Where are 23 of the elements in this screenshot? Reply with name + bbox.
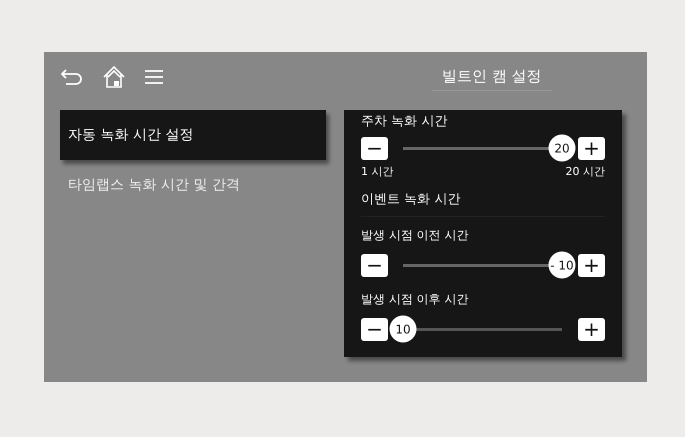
- increase-button[interactable]: +: [578, 136, 605, 160]
- slider-label: 발생 시점 이전 시간: [361, 227, 470, 244]
- slider-thumb[interactable]: - 10: [548, 252, 576, 278]
- decrease-button[interactable]: −: [361, 136, 388, 160]
- decrease-button[interactable]: −: [361, 318, 388, 340]
- slider[interactable]: 10: [389, 316, 576, 342]
- section-title: 이벤트 녹화 시간: [361, 188, 605, 217]
- increase-button[interactable]: +: [578, 254, 605, 276]
- slider-label: 발생 시점 이후 시간: [361, 291, 470, 308]
- slider-thumb[interactable]: 20: [548, 134, 576, 162]
- increase-button[interactable]: +: [578, 318, 605, 340]
- menu-item[interactable]: 자동 녹화 시간 설정: [60, 110, 326, 160]
- slider[interactable]: - 10: [389, 252, 576, 278]
- section-title: 주차 녹화 시간: [361, 113, 448, 131]
- back-icon[interactable]: [60, 68, 84, 86]
- screen-title: 빌트인 캠 설정: [432, 63, 552, 91]
- menu-icon[interactable]: [144, 69, 164, 85]
- max-label: 20 시간: [566, 164, 605, 180]
- slider-thumb[interactable]: 10: [390, 316, 416, 342]
- min-label: 1 시간: [361, 164, 394, 180]
- decrease-button[interactable]: −: [361, 254, 388, 276]
- home-icon[interactable]: [102, 65, 126, 89]
- slider[interactable]: 20: [389, 134, 576, 162]
